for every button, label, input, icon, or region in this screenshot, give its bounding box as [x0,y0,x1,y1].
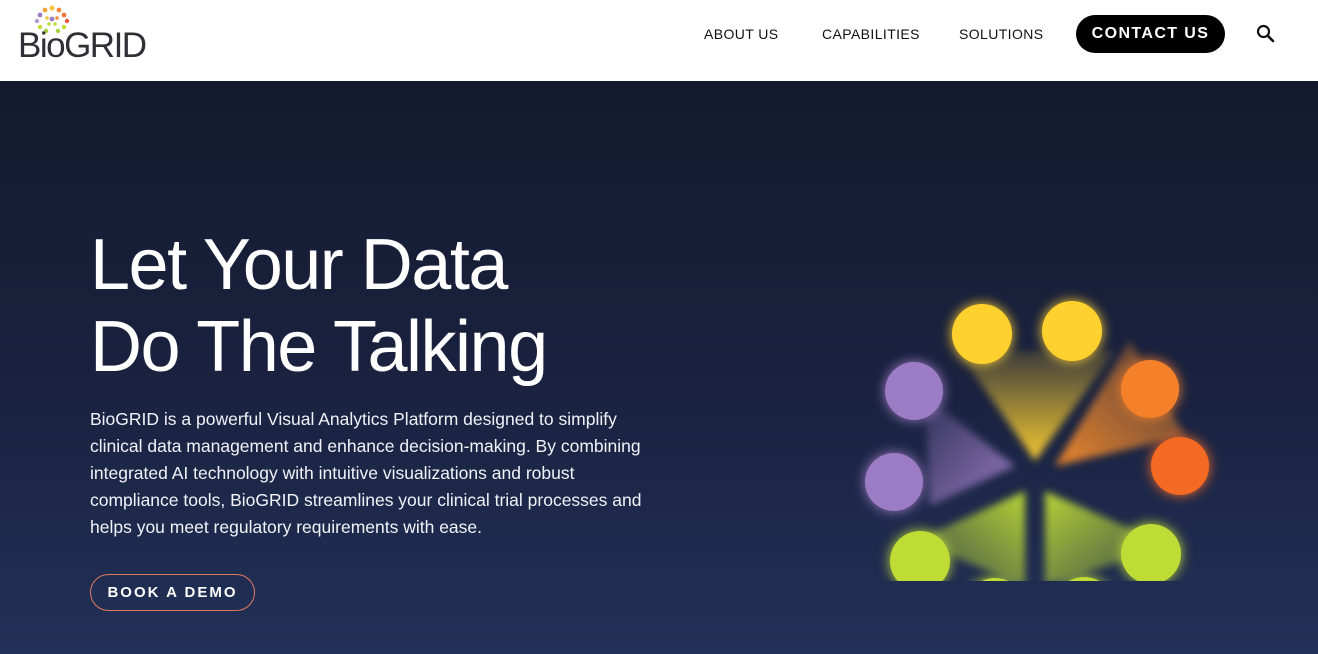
contact-us-button[interactable]: CONTACT US [1076,15,1225,53]
hero-title-line-1: Let Your Data [90,225,508,305]
data-wheel-graphic [865,301,1209,581]
search-icon[interactable] [1255,23,1277,45]
nav-capabilities[interactable]: CAPABILITIES [822,24,920,44]
dot-orange-2 [1151,437,1209,495]
hero-title: Let Your Data Do The Talking [90,224,690,388]
dot-yellow-1 [952,304,1012,364]
dot-yellow-2 [1042,301,1102,361]
top-navbar: BioGRID ABOUT US CAPABILITIES SOLUTIONS … [0,0,1318,81]
dot-orange-1 [1121,360,1179,418]
hero-title-line-2: Do The Talking [90,307,548,387]
hero-description: BioGRID is a powerful Visual Analytics P… [90,409,642,537]
biogrid-logo[interactable]: BioGRID [18,4,148,70]
dot-purple-2 [865,453,923,511]
logo-text: BioGRID [18,26,147,65]
dot-purple-1 [885,362,943,420]
nav-about-us[interactable]: ABOUT US [704,24,779,44]
nav-solutions[interactable]: SOLUTIONS [959,24,1044,44]
hero-section: Let Your Data Do The Talking BioGRID is … [0,81,1318,654]
book-demo-button[interactable]: BOOK A DEMO [90,574,255,611]
